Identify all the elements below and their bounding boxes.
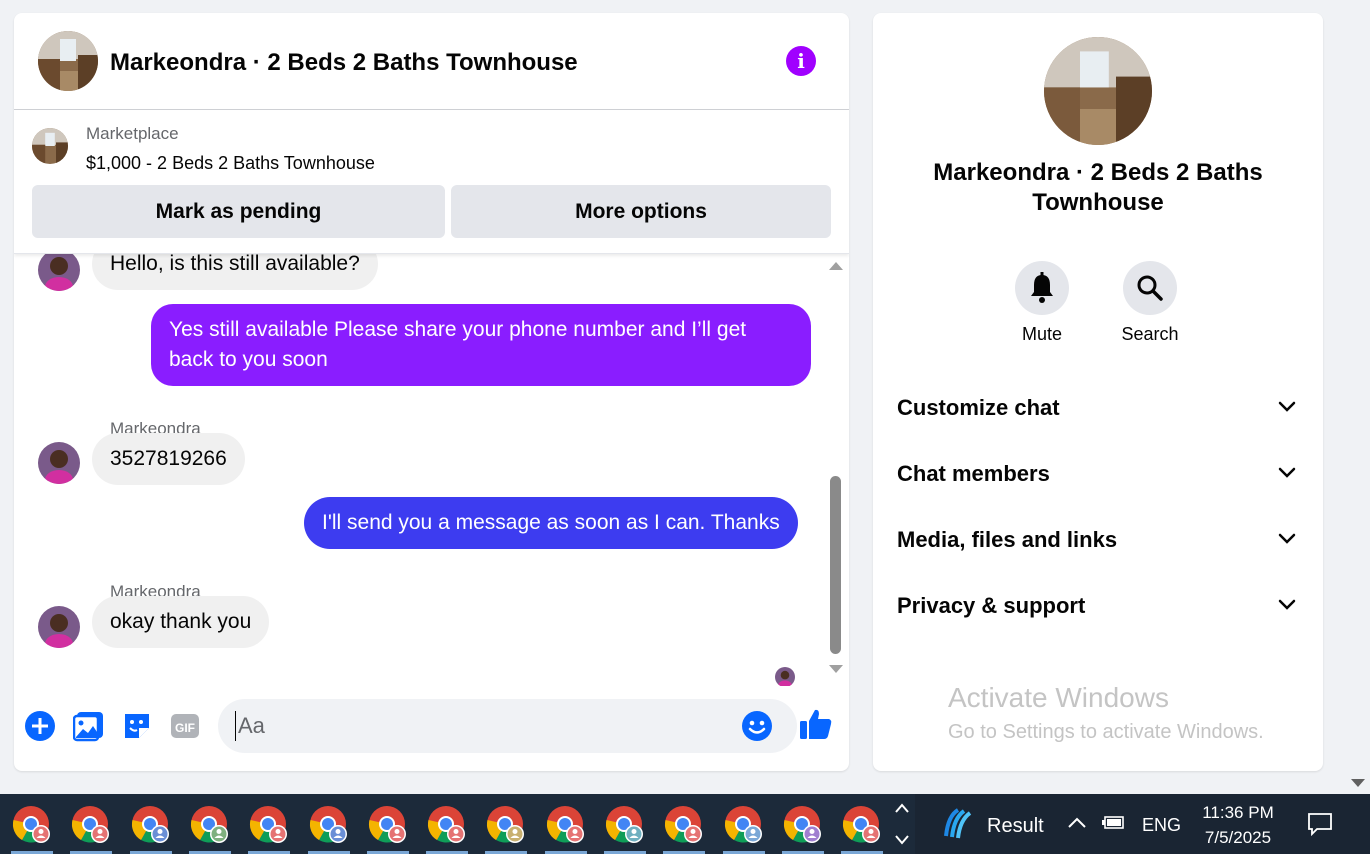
section-title: Privacy & support: [897, 593, 1086, 618]
gif-label: GIF: [175, 721, 195, 735]
page-scroll-down-arrow-icon[interactable]: [1351, 779, 1365, 787]
gif-icon[interactable]: GIF: [169, 710, 201, 742]
chrome-icon[interactable]: [778, 800, 828, 854]
chrome-icon[interactable]: [66, 800, 116, 854]
plus-icon[interactable]: [24, 710, 56, 742]
conversation-avatar[interactable]: [38, 31, 98, 91]
activate-windows-watermark-title: Activate Windows: [948, 682, 1169, 713]
chat-header: Markeondra · 2 Beds 2 Baths Townhouse i: [14, 13, 849, 110]
scroll-down-arrow-icon[interactable]: [829, 665, 843, 673]
clock-date: 7/5/2025: [1204, 828, 1272, 847]
info-panel-title: Markeondra · 2 Beds 2 Baths Townhouse: [933, 159, 1263, 216]
scroll-thumb[interactable]: [830, 476, 841, 654]
section-title: Media, files and links: [897, 527, 1118, 552]
mute-label: Mute: [1021, 324, 1063, 344]
message-line: Yes still available Please share your ph…: [169, 318, 747, 341]
chrome-icon[interactable]: [837, 800, 887, 854]
language-indicator[interactable]: ENG: [1142, 815, 1181, 836]
search-icon[interactable]: [1123, 261, 1177, 315]
mark-as-pending-button[interactable]: Mark as pending: [32, 185, 445, 238]
chat-panel: Markeondra · 2 Beds 2 Baths Townhouse i …: [14, 13, 849, 771]
scroll-up-arrow-icon[interactable]: [829, 262, 843, 270]
sticker-icon[interactable]: [121, 710, 153, 742]
message-bubble-incoming[interactable]: 3527819266: [92, 433, 245, 485]
listing-title[interactable]: $1,000 - 2 Beds 2 Baths Townhouse: [86, 153, 375, 174]
sender-avatar[interactable]: [38, 606, 80, 648]
taskbar-scroll-down-icon[interactable]: [894, 834, 910, 846]
section-privacy-support[interactable]: Privacy & support: [873, 575, 1323, 635]
marketplace-label: Marketplace: [86, 124, 179, 143]
section-title: Customize chat: [897, 395, 1060, 420]
sender-avatar[interactable]: [38, 254, 80, 291]
conversation-info-panel: Markeondra · 2 Beds 2 Baths Townhouse Mu…: [873, 13, 1323, 771]
conversation-title[interactable]: Markeondra · 2 Beds 2 Baths Townhouse: [110, 49, 578, 77]
section-customize-chat[interactable]: Customize chat: [873, 377, 1323, 437]
taskbar-scroll-up-icon[interactable]: [894, 802, 910, 814]
chevron-down-icon: [1278, 599, 1296, 610]
chevron-down-icon: [1278, 467, 1296, 478]
message-input[interactable]: [235, 711, 715, 741]
thumbs-up-icon[interactable]: [798, 706, 834, 742]
clock[interactable]: 11:36 PM 7/5/2025: [1196, 800, 1280, 850]
activate-windows-watermark-subtitle: Go to Settings to activate Windows.: [948, 721, 1264, 743]
chrome-icon[interactable]: [244, 800, 294, 854]
sender-avatar[interactable]: [38, 442, 80, 484]
network-icon[interactable]: [1101, 813, 1127, 833]
marketplace-listing-card: Marketplace $1,000 - 2 Beds 2 Baths Town…: [14, 110, 849, 254]
message-bubble-outgoing[interactable]: Yes still available Please share your ph…: [151, 304, 811, 386]
message-scrollbar[interactable]: [824, 254, 849, 686]
message-bubble-outgoing[interactable]: I'll send you a message as soon as I can…: [304, 497, 798, 549]
message-line: back to you soon: [169, 348, 328, 371]
chrome-icon[interactable]: [7, 800, 57, 854]
bell-icon[interactable]: [1015, 261, 1069, 315]
info-icon[interactable]: i: [786, 46, 816, 76]
chrome-icon[interactable]: [481, 800, 531, 854]
message-bubble-incoming[interactable]: Hello, is this still available?: [92, 254, 378, 290]
tray-chevron-up-icon[interactable]: [1067, 816, 1087, 830]
message-input-box[interactable]: [218, 699, 797, 753]
cricket-app-icon[interactable]: [940, 806, 974, 840]
chrome-icon[interactable]: [185, 800, 235, 854]
chrome-icon[interactable]: [600, 800, 650, 854]
tray-app-result[interactable]: Result: [987, 815, 1044, 838]
photo-icon[interactable]: [72, 710, 105, 742]
section-chat-members[interactable]: Chat members: [873, 443, 1323, 503]
listing-thumbnail[interactable]: [32, 128, 68, 164]
notification-icon[interactable]: [1307, 812, 1333, 836]
message-bubble-incoming[interactable]: okay thank you: [92, 596, 270, 648]
chrome-icon[interactable]: [126, 800, 176, 854]
section-media-files-links[interactable]: Media, files and links: [873, 509, 1323, 569]
mute-button[interactable]: Mute: [997, 261, 1087, 345]
chrome-icon[interactable]: [541, 800, 591, 854]
seen-receipt-avatar: [775, 667, 795, 686]
conversation-large-avatar[interactable]: [1044, 37, 1152, 145]
message-list: Hello, is this still available? Yes stil…: [14, 254, 849, 686]
chevron-down-icon: [1278, 533, 1296, 544]
search-label: Search: [1121, 324, 1179, 344]
emoji-icon[interactable]: [741, 710, 773, 742]
chevron-down-icon: [1278, 401, 1296, 412]
clock-time: 11:36 PM: [1202, 803, 1274, 822]
chrome-icon[interactable]: [422, 800, 472, 854]
more-options-button[interactable]: More options: [451, 185, 831, 238]
chrome-icon[interactable]: [659, 800, 709, 854]
chrome-icon[interactable]: [363, 800, 413, 854]
windows-taskbar: Result ENG 11:36 PM 7/5/2025: [0, 794, 1370, 854]
section-title: Chat members: [897, 461, 1050, 486]
message-composer: GIF: [14, 686, 849, 771]
chrome-icon[interactable]: [304, 800, 354, 854]
chrome-icon[interactable]: [719, 800, 769, 854]
search-button[interactable]: Search: [1105, 261, 1195, 345]
